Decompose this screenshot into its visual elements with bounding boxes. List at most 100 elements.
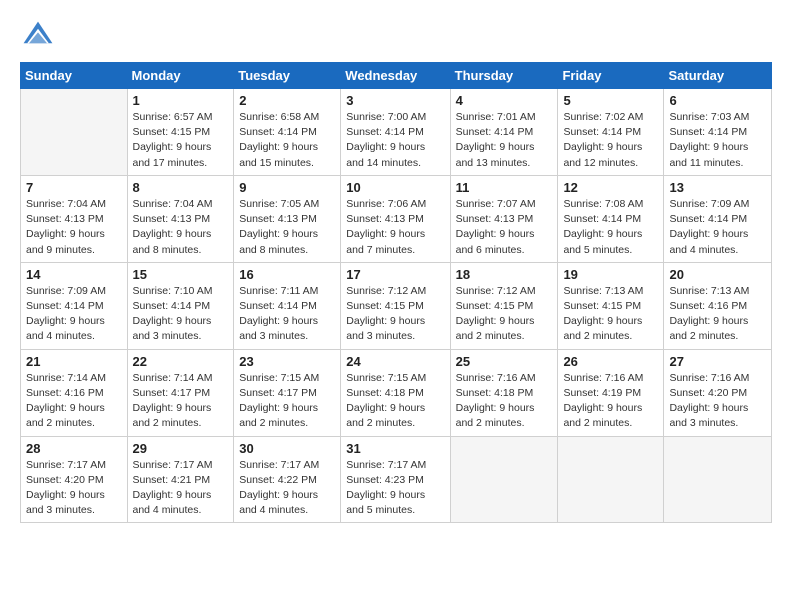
day-number: 16 bbox=[239, 267, 335, 282]
calendar-cell bbox=[21, 89, 128, 176]
day-info: Sunrise: 7:10 AMSunset: 4:14 PMDaylight:… bbox=[133, 284, 229, 345]
day-number: 12 bbox=[563, 180, 658, 195]
calendar-cell: 22 Sunrise: 7:14 AMSunset: 4:17 PMDayligh… bbox=[127, 349, 234, 436]
day-number: 25 bbox=[456, 354, 553, 369]
day-info: Sunrise: 7:11 AMSunset: 4:14 PMDaylight:… bbox=[239, 284, 335, 345]
calendar-week-row-3: 14 Sunrise: 7:09 AMSunset: 4:14 PMDayligh… bbox=[21, 262, 772, 349]
calendar-cell: 2 Sunrise: 6:58 AMSunset: 4:14 PMDaylight… bbox=[234, 89, 341, 176]
day-number: 7 bbox=[26, 180, 122, 195]
day-number: 24 bbox=[346, 354, 444, 369]
calendar-cell: 20 Sunrise: 7:13 AMSunset: 4:16 PMDayligh… bbox=[664, 262, 772, 349]
calendar-cell bbox=[664, 436, 772, 523]
calendar-cell: 25 Sunrise: 7:16 AMSunset: 4:18 PMDayligh… bbox=[450, 349, 558, 436]
calendar-cell bbox=[450, 436, 558, 523]
day-number: 11 bbox=[456, 180, 553, 195]
calendar-cell: 15 Sunrise: 7:10 AMSunset: 4:14 PMDayligh… bbox=[127, 262, 234, 349]
day-number: 9 bbox=[239, 180, 335, 195]
calendar-cell: 26 Sunrise: 7:16 AMSunset: 4:19 PMDayligh… bbox=[558, 349, 664, 436]
calendar-cell: 31Sunrise: 7:17 AMSunset: 4:23 PMDayligh… bbox=[341, 436, 450, 523]
calendar-cell: 30Sunrise: 7:17 AMSunset: 4:22 PMDayligh… bbox=[234, 436, 341, 523]
calendar-cell: 11 Sunrise: 7:07 AMSunset: 4:13 PMDayligh… bbox=[450, 175, 558, 262]
day-info: Sunrise: 7:07 AMSunset: 4:13 PMDaylight:… bbox=[456, 197, 553, 258]
calendar-week-row-4: 21Sunrise: 7:14 AMSunset: 4:16 PMDayligh… bbox=[21, 349, 772, 436]
calendar-cell: 19 Sunrise: 7:13 AMSunset: 4:15 PMDayligh… bbox=[558, 262, 664, 349]
day-info: Sunrise: 7:16 AMSunset: 4:20 PMDaylight:… bbox=[669, 371, 766, 432]
day-info: Sunrise: 7:15 AMSunset: 4:18 PMDaylight:… bbox=[346, 371, 444, 432]
day-info: Sunrise: 7:02 AMSunset: 4:14 PMDaylight:… bbox=[563, 110, 658, 171]
day-number: 26 bbox=[563, 354, 658, 369]
day-number: 10 bbox=[346, 180, 444, 195]
day-number: 13 bbox=[669, 180, 766, 195]
day-number: 5 bbox=[563, 93, 658, 108]
day-info: Sunrise: 7:12 AMSunset: 4:15 PMDaylight:… bbox=[346, 284, 444, 345]
calendar-week-row-5: 28Sunrise: 7:17 AMSunset: 4:20 PMDayligh… bbox=[21, 436, 772, 523]
calendar-cell: 28Sunrise: 7:17 AMSunset: 4:20 PMDayligh… bbox=[21, 436, 128, 523]
weekday-header-friday: Friday bbox=[558, 63, 664, 89]
day-info: Sunrise: 7:01 AMSunset: 4:14 PMDaylight:… bbox=[456, 110, 553, 171]
day-info: Sunrise: 7:03 AMSunset: 4:14 PMDaylight:… bbox=[669, 110, 766, 171]
calendar-cell: 18 Sunrise: 7:12 AMSunset: 4:15 PMDayligh… bbox=[450, 262, 558, 349]
day-number: 17 bbox=[346, 267, 444, 282]
day-number: 30 bbox=[239, 441, 335, 456]
day-info: Sunrise: 7:16 AMSunset: 4:18 PMDaylight:… bbox=[456, 371, 553, 432]
day-info: Sunrise: 7:14 AMSunset: 4:17 PMDaylight:… bbox=[133, 371, 229, 432]
day-info: Sunrise: 6:57 AMSunset: 4:15 PMDaylight:… bbox=[133, 110, 229, 171]
day-info: Sunrise: 7:04 AMSunset: 4:13 PMDaylight:… bbox=[133, 197, 229, 258]
calendar-cell: 14 Sunrise: 7:09 AMSunset: 4:14 PMDayligh… bbox=[21, 262, 128, 349]
day-number: 28 bbox=[26, 441, 122, 456]
day-info: Sunrise: 7:14 AMSunset: 4:16 PMDaylight:… bbox=[26, 371, 122, 432]
page: SundayMondayTuesdayWednesdayThursdayFrid… bbox=[0, 0, 792, 612]
day-info: Sunrise: 7:16 AMSunset: 4:19 PMDaylight:… bbox=[563, 371, 658, 432]
weekday-header-saturday: Saturday bbox=[664, 63, 772, 89]
calendar-cell: 3 Sunrise: 7:00 AMSunset: 4:14 PMDaylight… bbox=[341, 89, 450, 176]
day-number: 14 bbox=[26, 267, 122, 282]
day-number: 2 bbox=[239, 93, 335, 108]
logo-icon bbox=[20, 18, 56, 54]
day-info: Sunrise: 7:15 AMSunset: 4:17 PMDaylight:… bbox=[239, 371, 335, 432]
day-number: 29 bbox=[133, 441, 229, 456]
calendar-week-row-1: 1 Sunrise: 6:57 AMSunset: 4:15 PMDaylight… bbox=[21, 89, 772, 176]
calendar-cell: 21Sunrise: 7:14 AMSunset: 4:16 PMDayligh… bbox=[21, 349, 128, 436]
calendar-cell: 1 Sunrise: 6:57 AMSunset: 4:15 PMDaylight… bbox=[127, 89, 234, 176]
day-number: 18 bbox=[456, 267, 553, 282]
day-info: Sunrise: 7:00 AMSunset: 4:14 PMDaylight:… bbox=[346, 110, 444, 171]
day-info: Sunrise: 7:05 AMSunset: 4:13 PMDaylight:… bbox=[239, 197, 335, 258]
calendar-cell: 7 Sunrise: 7:04 AMSunset: 4:13 PMDaylight… bbox=[21, 175, 128, 262]
day-info: Sunrise: 7:13 AMSunset: 4:15 PMDaylight:… bbox=[563, 284, 658, 345]
calendar-cell: 10 Sunrise: 7:06 AMSunset: 4:13 PMDayligh… bbox=[341, 175, 450, 262]
calendar-cell: 16 Sunrise: 7:11 AMSunset: 4:14 PMDayligh… bbox=[234, 262, 341, 349]
calendar-cell: 17 Sunrise: 7:12 AMSunset: 4:15 PMDayligh… bbox=[341, 262, 450, 349]
day-number: 19 bbox=[563, 267, 658, 282]
day-number: 20 bbox=[669, 267, 766, 282]
weekday-header-row: SundayMondayTuesdayWednesdayThursdayFrid… bbox=[21, 63, 772, 89]
calendar-table: SundayMondayTuesdayWednesdayThursdayFrid… bbox=[20, 62, 772, 523]
day-number: 6 bbox=[669, 93, 766, 108]
day-number: 22 bbox=[133, 354, 229, 369]
weekday-header-thursday: Thursday bbox=[450, 63, 558, 89]
day-number: 27 bbox=[669, 354, 766, 369]
day-info: Sunrise: 7:06 AMSunset: 4:13 PMDaylight:… bbox=[346, 197, 444, 258]
day-number: 15 bbox=[133, 267, 229, 282]
calendar-cell: 13 Sunrise: 7:09 AMSunset: 4:14 PMDayligh… bbox=[664, 175, 772, 262]
day-info: Sunrise: 7:08 AMSunset: 4:14 PMDaylight:… bbox=[563, 197, 658, 258]
calendar-cell: 24 Sunrise: 7:15 AMSunset: 4:18 PMDayligh… bbox=[341, 349, 450, 436]
weekday-header-sunday: Sunday bbox=[21, 63, 128, 89]
day-info: Sunrise: 7:09 AMSunset: 4:14 PMDaylight:… bbox=[669, 197, 766, 258]
header bbox=[20, 18, 772, 54]
day-number: 4 bbox=[456, 93, 553, 108]
weekday-header-wednesday: Wednesday bbox=[341, 63, 450, 89]
calendar-cell: 5 Sunrise: 7:02 AMSunset: 4:14 PMDaylight… bbox=[558, 89, 664, 176]
day-info: Sunrise: 6:58 AMSunset: 4:14 PMDaylight:… bbox=[239, 110, 335, 171]
calendar-cell: 9 Sunrise: 7:05 AMSunset: 4:13 PMDaylight… bbox=[234, 175, 341, 262]
day-info: Sunrise: 7:09 AMSunset: 4:14 PMDaylight:… bbox=[26, 284, 122, 345]
day-number: 3 bbox=[346, 93, 444, 108]
logo bbox=[20, 18, 60, 54]
day-info: Sunrise: 7:12 AMSunset: 4:15 PMDaylight:… bbox=[456, 284, 553, 345]
calendar-cell: 8Sunrise: 7:04 AMSunset: 4:13 PMDaylight… bbox=[127, 175, 234, 262]
calendar-cell: 23Sunrise: 7:15 AMSunset: 4:17 PMDayligh… bbox=[234, 349, 341, 436]
calendar-cell: 12 Sunrise: 7:08 AMSunset: 4:14 PMDayligh… bbox=[558, 175, 664, 262]
day-info: Sunrise: 7:13 AMSunset: 4:16 PMDaylight:… bbox=[669, 284, 766, 345]
calendar-cell: 4 Sunrise: 7:01 AMSunset: 4:14 PMDaylight… bbox=[450, 89, 558, 176]
day-info: Sunrise: 7:04 AMSunset: 4:13 PMDaylight:… bbox=[26, 197, 122, 258]
day-number: 1 bbox=[133, 93, 229, 108]
